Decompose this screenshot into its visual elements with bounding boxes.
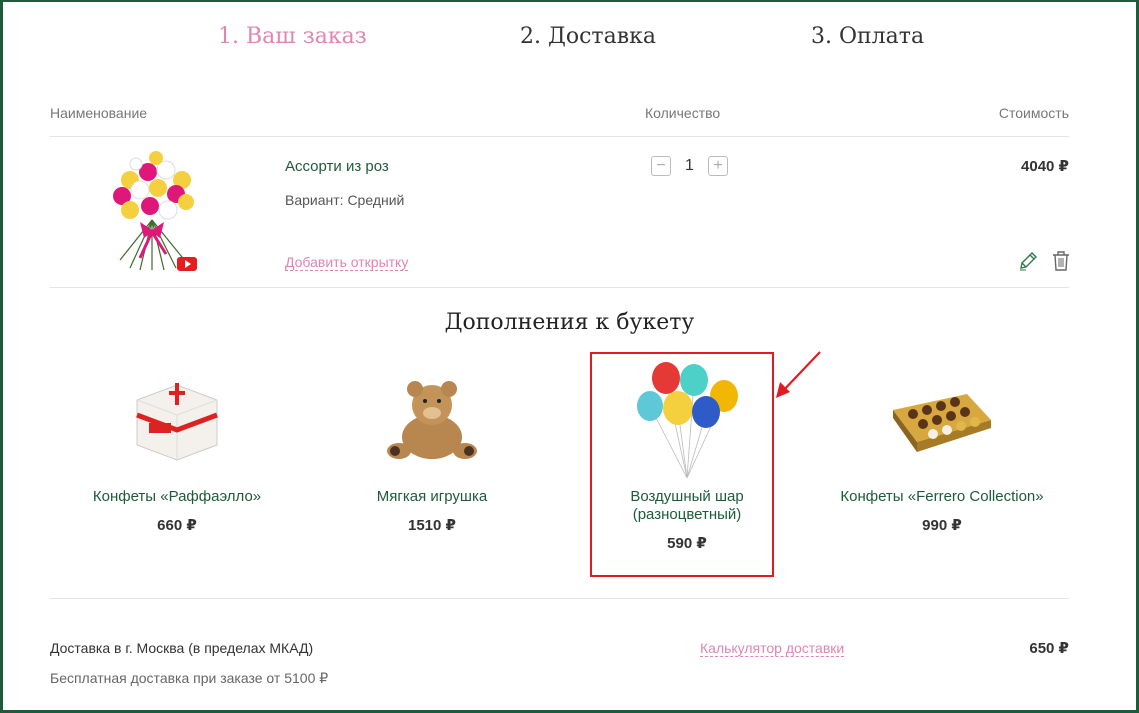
raffaello-image bbox=[136, 383, 218, 461]
addon-price: 660 ₽ bbox=[157, 517, 197, 534]
plus-icon[interactable]: + bbox=[708, 156, 728, 176]
divider bbox=[50, 136, 1069, 137]
column-cost: Стоимость bbox=[998, 105, 1069, 121]
column-quantity: Количество bbox=[645, 105, 721, 121]
delivery-calculator-link[interactable]: Калькулятор доставки bbox=[700, 640, 845, 657]
teddy-bear-image bbox=[387, 381, 477, 459]
addon-name[interactable]: Мягкая игрушка bbox=[322, 488, 542, 506]
pencil-icon[interactable] bbox=[1017, 250, 1039, 272]
divider bbox=[50, 598, 1069, 599]
ferrero-image bbox=[893, 394, 991, 452]
highlight-box bbox=[590, 352, 774, 577]
step-order[interactable]: 1. Ваш заказ bbox=[218, 24, 367, 49]
checkout-steps: 1. Ваш заказ 2. Доставка 3. Оплата bbox=[0, 24, 1139, 54]
addon-price: 1510 ₽ bbox=[408, 517, 456, 534]
quantity-value[interactable]: 1 bbox=[681, 156, 698, 176]
step-payment[interactable]: 3. Оплата bbox=[811, 24, 924, 49]
add-card-link[interactable]: Добавить открытку bbox=[285, 254, 409, 271]
divider bbox=[50, 287, 1069, 288]
product-name[interactable]: Ассорти из роз bbox=[285, 158, 389, 175]
addons-title: Дополнения к букету bbox=[444, 310, 695, 335]
addon-ferrero[interactable]: Конфеты «Ferrero Collection» 990 ₽ bbox=[832, 360, 1052, 534]
addon-raffaello[interactable]: Конфеты «Раффаэлло» 660 ₽ bbox=[67, 360, 287, 534]
delivery-price: 650 ₽ bbox=[1029, 640, 1069, 657]
product-variant: Вариант: Средний bbox=[285, 192, 405, 208]
youtube-icon[interactable] bbox=[177, 257, 197, 271]
product-price: 4040 ₽ bbox=[1021, 158, 1069, 175]
table-header: Наименование Количество Стоимость bbox=[50, 105, 1069, 123]
trash-icon[interactable] bbox=[1051, 250, 1071, 272]
addon-price: 990 ₽ bbox=[922, 517, 962, 534]
delivery-title: Доставка в г. Москва (в пределах МКАД) bbox=[50, 640, 314, 656]
addon-teddy-bear[interactable]: Мягкая игрушка 1510 ₽ bbox=[322, 360, 542, 534]
product-bouquet-image[interactable] bbox=[100, 150, 204, 274]
step-delivery[interactable]: 2. Доставка bbox=[520, 24, 656, 49]
arrow-icon bbox=[776, 351, 821, 398]
addon-name[interactable]: Конфеты «Раффаэлло» bbox=[67, 488, 287, 506]
column-name: Наименование bbox=[50, 105, 148, 121]
addon-name[interactable]: Конфеты «Ferrero Collection» bbox=[832, 488, 1052, 506]
free-delivery-note: Бесплатная доставка при заказе от 5100 ₽ bbox=[50, 670, 329, 686]
minus-icon[interactable]: − bbox=[651, 156, 671, 176]
